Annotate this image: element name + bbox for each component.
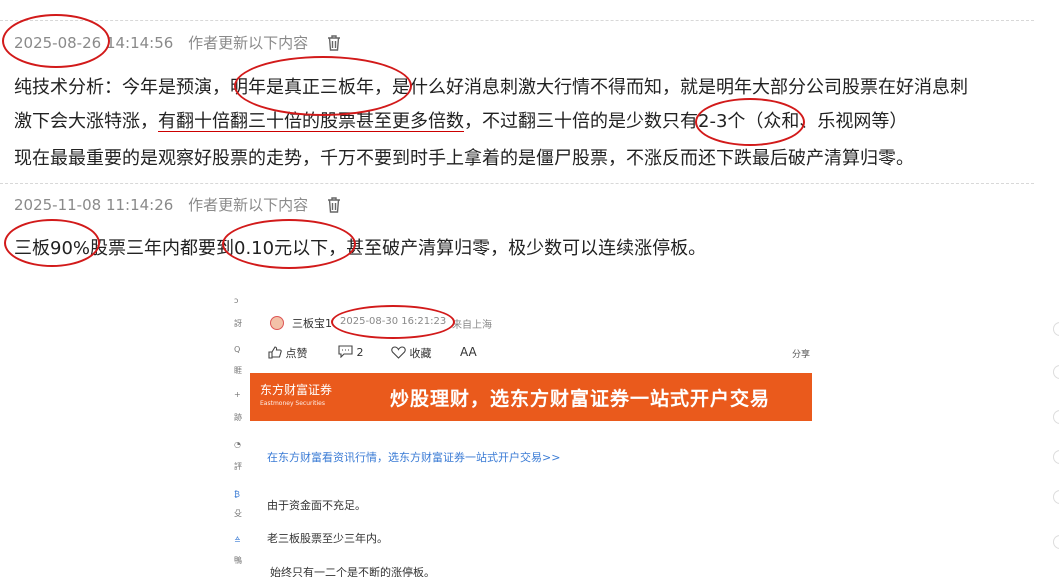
text-segment: 三板90%股票三年内都要到0.10元以下，甚至破产清算归零，极少数可以连续涨停板…: [14, 238, 707, 259]
divider-top: [0, 20, 1034, 21]
trash-icon[interactable]: [327, 35, 341, 55]
rail-mark: 鴨: [234, 556, 242, 565]
font-size-button[interactable]: AA: [460, 345, 477, 359]
post-location: 来自上海: [452, 320, 492, 331]
comment1-line2: 激下会大涨特涨，有翻十倍翻三十倍的股票甚至更多倍数，不过翻三十倍的是少数只有2-…: [14, 108, 907, 136]
side-float-button[interactable]: [1053, 450, 1059, 464]
promo-link[interactable]: 在东方财富看资讯行情，选东方财富证券一站式开户交易>>: [267, 449, 560, 465]
logo-text: 东方财富证券: [260, 383, 333, 397]
side-float-button[interactable]: [1053, 322, 1059, 336]
rail-mark: ɔ: [234, 296, 239, 305]
rail-mark: Q: [234, 345, 241, 354]
comment2-line: 三板90%股票三年内都要到0.10元以下，甚至破产清算归零，极少数可以连续涨停板…: [14, 235, 706, 263]
author-name[interactable]: 三板宝1: [292, 315, 332, 331]
collect-label: 收藏: [409, 347, 432, 360]
side-float-button[interactable]: [1053, 365, 1059, 379]
rail-mark: 睚: [234, 366, 242, 375]
rail-mark: 評: [234, 462, 242, 471]
article-paragraph: 老三板股票至少三年内。: [267, 532, 388, 545]
text-segment: ，是什么好消息刺激大行情不得而知，就是明年大部分公司股票在好消息刺: [374, 77, 968, 98]
comment-icon: [338, 345, 353, 359]
thumbs-up-icon: [268, 346, 282, 359]
rail-mark: 跡: [234, 413, 242, 422]
collect-button[interactable]: 收藏: [391, 345, 432, 361]
side-float-button[interactable]: [1053, 490, 1059, 504]
comment1-timestamp: 2025-08-26 14:14:56: [14, 34, 174, 52]
side-float-button[interactable]: [1053, 535, 1059, 549]
comment1-line1: 纯技术分析：今年是预演，明年是真正三板年，是什么好消息刺激大行情不得而知，就是明…: [14, 74, 968, 102]
rail-mark: 殳: [234, 509, 242, 518]
ad-banner[interactable]: 东方财富证券 Eastmoney Securities 炒股理财，选东方财富证券…: [250, 373, 812, 421]
rail-mark: ≙: [234, 536, 241, 545]
comment-count: 2: [356, 346, 364, 359]
logo-text-en: Eastmoney Securities: [260, 400, 325, 407]
trash-icon[interactable]: [327, 197, 341, 217]
article-paragraph: 始终只有一二个是不断的涨停板。: [270, 566, 435, 577]
text-segment: 现在最最重要的是观察好股票的走势，千万不要到时手上拿着的是僵尸股票，不涨反而还下…: [14, 148, 914, 169]
rail-mark: +: [234, 390, 241, 399]
rail-mark: ◔: [234, 440, 241, 449]
side-float-button[interactable]: [1053, 410, 1059, 424]
like-label: 点赞: [285, 347, 308, 360]
comment1-update-note: 作者更新以下内容: [188, 34, 309, 52]
text-segment: ，不过翻三十倍的是少数只有2-3个（众和、乐视网等）: [464, 111, 908, 132]
comment1-meta: 2025-08-26 14:14:56 作者更新以下内容: [14, 32, 341, 55]
banner-slogan: 炒股理财，选东方财富证券一站式开户交易: [390, 388, 771, 410]
underlined-segment: 有翻十倍翻三十倍的股票甚至更多倍数: [158, 111, 464, 132]
heart-icon: [391, 346, 406, 359]
text-segment: 激下会大涨特涨，: [14, 111, 158, 132]
rail-mark: ₿: [234, 490, 240, 499]
comment-button[interactable]: 2: [338, 345, 364, 359]
comment2-update-note: 作者更新以下内容: [188, 196, 309, 214]
article-paragraph: 由于资金面不充足。: [267, 499, 366, 512]
like-button[interactable]: 点赞: [268, 345, 308, 361]
highlight-segment: 明年是真正三板年: [230, 77, 374, 98]
embedded-screenshot: ɔ 訝 Q 睚 + 跡 ◔ 評 ₿ 殳 ≙ 鴨 三板宝1 2025-08-30 …: [228, 268, 828, 577]
eastmoney-logo: 东方财富证券 Eastmoney Securities: [260, 383, 370, 411]
divider-middle: [0, 183, 1034, 184]
share-button[interactable]: 分享: [792, 347, 810, 360]
comment2-timestamp: 2025-11-08 11:14:26: [14, 196, 174, 214]
comment1-line3: 现在最最重要的是观察好股票的走势，千万不要到时手上拿着的是僵尸股票，不涨反而还下…: [14, 145, 914, 173]
text-segment: 纯技术分析：今年是预演，: [14, 77, 230, 98]
post-time: 2025-08-30 16:21:23: [340, 316, 447, 327]
rail-mark: 訝: [234, 319, 242, 328]
avatar[interactable]: [270, 316, 284, 330]
comment2-meta: 2025-11-08 11:14:26 作者更新以下内容: [14, 194, 341, 217]
